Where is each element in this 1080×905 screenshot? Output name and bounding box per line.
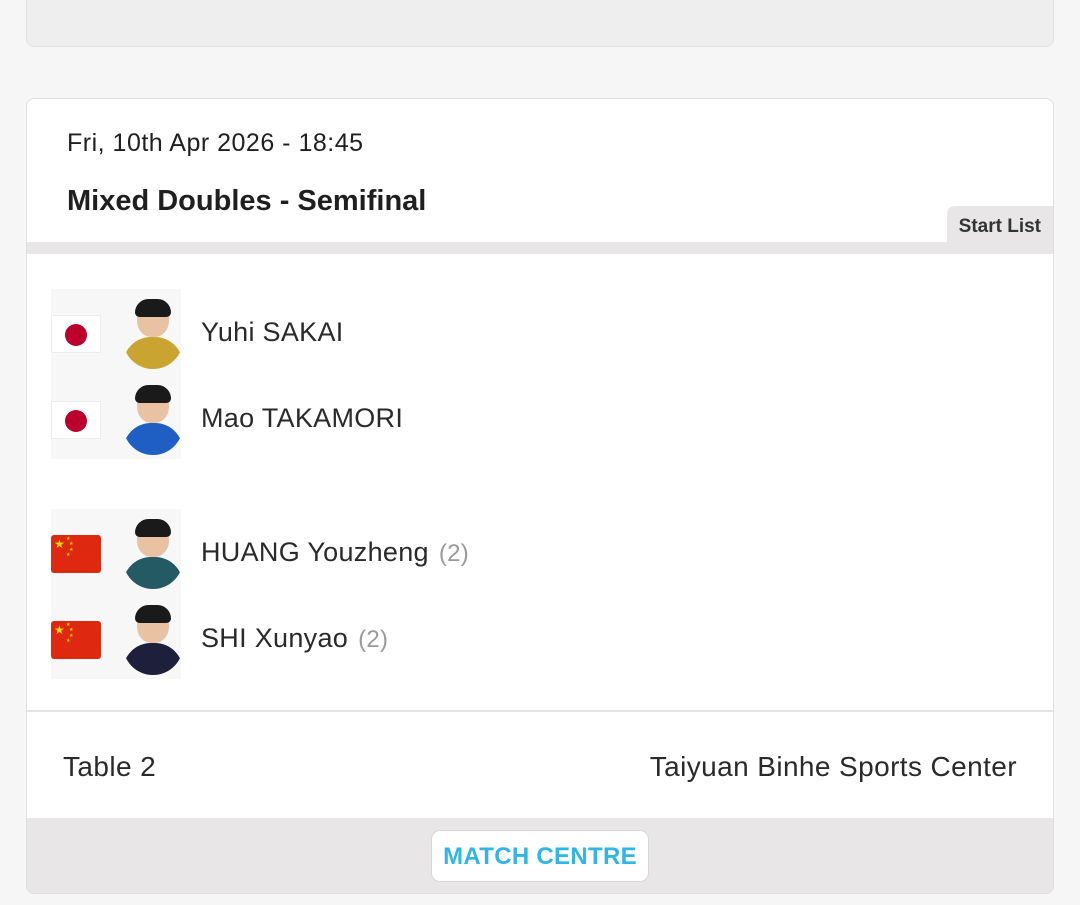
- player-seed: (2): [438, 540, 470, 567]
- header-divider: [27, 242, 1053, 254]
- start-list-tab[interactable]: Start List: [946, 206, 1053, 243]
- japan-flag-icon: [51, 315, 101, 353]
- footer-divider: [27, 710, 1053, 712]
- player-avatar: [123, 519, 183, 589]
- player-name: Mao TAKAMORI: [201, 403, 404, 433]
- venue-label: Taiyuan Binhe Sports Center: [649, 751, 1017, 782]
- table-label: Table 2: [63, 751, 157, 782]
- player-row[interactable]: Mao TAKAMORI: [51, 381, 951, 455]
- match-datetime: Fri, 10th Apr 2026 - 18:45: [67, 129, 364, 157]
- player-name: Yuhi SAKAI: [201, 317, 344, 347]
- china-flag-icon: ★ ★ ★ ★ ★: [51, 535, 101, 573]
- player-row[interactable]: ★ ★ ★ ★ ★ SHI Xunyao (2): [51, 601, 951, 675]
- event-title: Mixed Doubles - Semifinal: [67, 185, 427, 217]
- china-flag-icon: ★ ★ ★ ★ ★: [51, 621, 101, 659]
- japan-flag-icon: [51, 401, 101, 439]
- player-avatar: [123, 605, 183, 675]
- player-avatar: [123, 299, 183, 369]
- player-row[interactable]: ★ ★ ★ ★ ★ HUANG Youzheng (2): [51, 515, 951, 589]
- player-name: SHI Xunyao (2): [201, 623, 389, 653]
- player-name: HUANG Youzheng (2): [201, 537, 470, 567]
- previous-match-card: [26, 0, 1054, 47]
- player-seed: (2): [358, 626, 389, 653]
- player-row[interactable]: Yuhi SAKAI: [51, 295, 951, 369]
- match-card: Fri, 10th Apr 2026 - 18:45 Mixed Doubles…: [26, 98, 1054, 894]
- match-centre-button[interactable]: MATCH CENTRE: [431, 830, 649, 882]
- player-avatar: [123, 385, 183, 455]
